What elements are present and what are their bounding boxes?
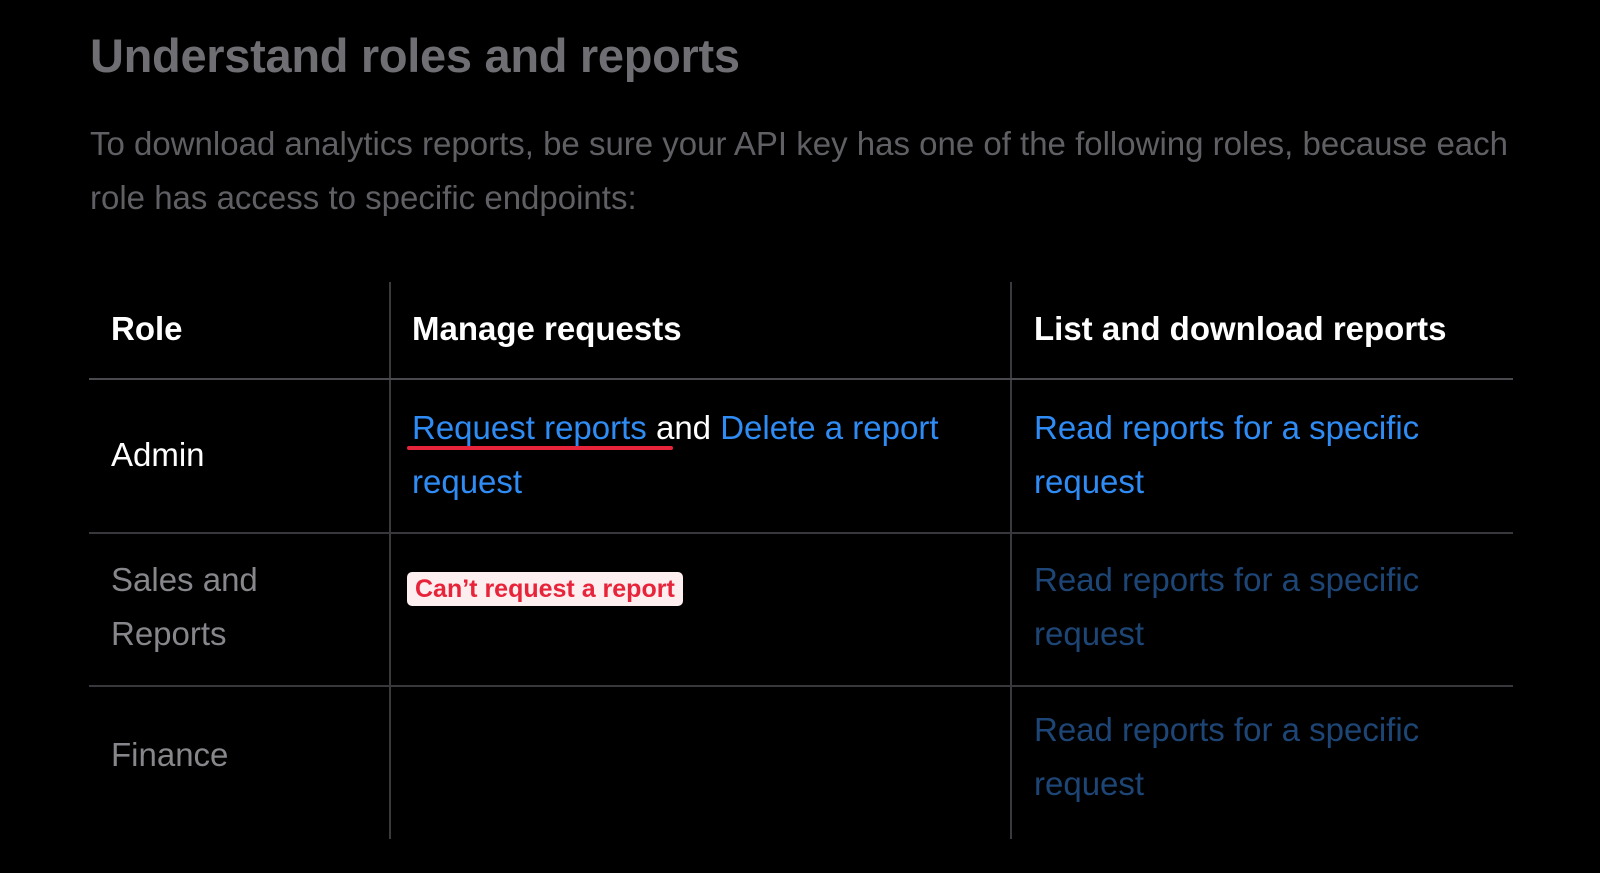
column-header-list-download: List and download reports [1034, 310, 1447, 347]
column-header-manage-requests: Manage requests [412, 310, 682, 347]
read-reports-link-sales[interactable]: Read reports for a specific request [1034, 553, 1504, 661]
column-divider [389, 282, 391, 839]
request-reports-link[interactable]: Request reports [412, 409, 647, 446]
row-divider [89, 532, 1513, 534]
read-reports-link-admin[interactable]: Read reports for a specific request [1034, 401, 1504, 509]
manage-cell-admin: Request reports and Delete a report requ… [412, 401, 972, 509]
role-cell-sales-and-reports: Sales and Reports [111, 561, 258, 652]
header-row-divider [89, 378, 1513, 380]
role-cell-finance: Finance [111, 736, 229, 773]
page: Understand roles and reports To download… [0, 0, 1600, 873]
section-heading: Understand roles and reports [90, 29, 740, 82]
column-divider [1010, 282, 1012, 839]
cant-request-badge: Can’t request a report [407, 572, 683, 606]
row-divider [89, 685, 1513, 687]
section-intro: To download analytics reports, be sure y… [90, 125, 1509, 216]
read-reports-link-finance[interactable]: Read reports for a specific request [1034, 703, 1504, 811]
role-cell-admin: Admin [111, 436, 205, 473]
roles-table: Role Manage requests List and download r… [89, 282, 1513, 839]
column-header-role: Role [111, 310, 183, 347]
annotation-underline [407, 446, 673, 450]
conjunction-text: and [646, 409, 721, 446]
